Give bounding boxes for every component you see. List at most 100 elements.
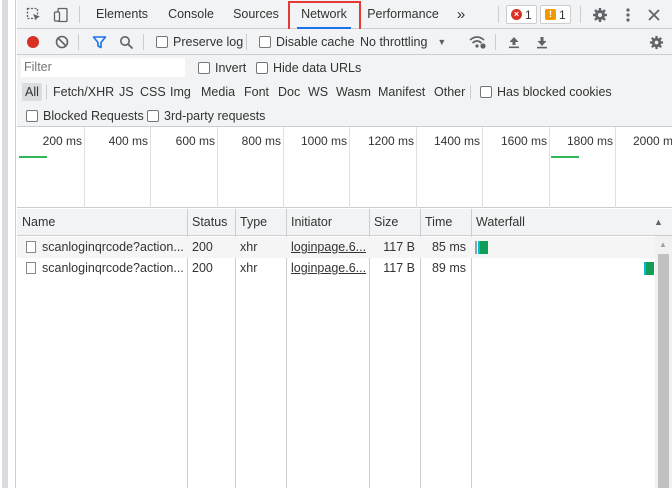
type-filter-all[interactable]: All (22, 83, 42, 101)
invert-box[interactable] (198, 62, 210, 74)
request-status: 200 (192, 240, 213, 254)
request-initiator-link[interactable]: loginpage.6... (286, 258, 369, 279)
timeline-gridline (549, 127, 550, 208)
left-panel-edge (0, 0, 16, 488)
type-filter-img[interactable]: Img (167, 83, 194, 101)
sort-ascending-icon[interactable]: ▲ (649, 209, 667, 236)
network-conditions-icon[interactable] (467, 32, 487, 52)
type-filter-wasm[interactable]: Wasm (333, 83, 374, 101)
blocked-requests-box[interactable] (26, 110, 38, 122)
timeline-tick-label: 1400 ms (433, 134, 480, 148)
waterfall-download-bar (646, 262, 654, 275)
request-status: 200 (192, 261, 213, 275)
tab-performance[interactable]: Performance (363, 0, 443, 29)
request-name-cell[interactable]: scanloginqrcode?action... (21, 237, 187, 258)
timeline-tick-label: 1000 ms (300, 134, 347, 148)
preserve-log-checkbox[interactable]: Preserve log (156, 35, 243, 49)
error-icon: × (511, 9, 522, 20)
devtools-panel: Elements Console Sources Network Perform… (17, 0, 672, 488)
warning-icon: ! (545, 9, 556, 20)
filter-funnel-icon[interactable] (89, 32, 109, 52)
blocked-requests-checkbox[interactable]: Blocked Requests (26, 109, 144, 123)
type-filter-manifest[interactable]: Manifest (375, 83, 428, 101)
network-settings-gear-icon[interactable] (646, 32, 666, 52)
column-header-initiator[interactable]: Initiator (286, 209, 369, 236)
type-filter-doc[interactable]: Doc (275, 83, 303, 101)
type-filter-separator (470, 85, 471, 99)
overview-request-bar (19, 156, 47, 158)
customize-menu-icon[interactable] (618, 5, 638, 25)
toolbar-separator (78, 34, 79, 50)
preserve-log-box[interactable] (156, 36, 168, 48)
preserve-log-label: Preserve log (173, 35, 244, 49)
network-toolbar: Preserve log Disable cache No throttling… (17, 29, 672, 55)
resize-strip[interactable] (2, 0, 8, 488)
hide-data-urls-checkbox[interactable]: Hide data URLs (256, 61, 361, 75)
type-filter-css[interactable]: CSS (137, 83, 169, 101)
request-name-cell[interactable]: scanloginqrcode?action... (21, 258, 187, 279)
close-devtools-icon[interactable] (644, 5, 664, 25)
file-icon (26, 241, 36, 253)
column-header-status[interactable]: Status (187, 209, 235, 236)
column-header-waterfall[interactable]: Waterfall (471, 209, 631, 236)
tab-bar-separator (580, 6, 581, 23)
more-tabs-button[interactable]: » (451, 0, 471, 29)
type-filter-js[interactable]: JS (116, 83, 137, 101)
timeline-gridline (150, 127, 151, 208)
filter-input[interactable]: Filter (21, 58, 185, 77)
table-scrollbar[interactable]: ▲ (655, 236, 672, 488)
import-har-icon[interactable] (504, 32, 524, 52)
timeline-gridline (416, 127, 417, 208)
has-blocked-cookies-checkbox[interactable]: Has blocked cookies (480, 85, 612, 99)
settings-gear-icon[interactable] (590, 5, 610, 25)
request-time: 89 ms (431, 261, 466, 275)
type-filter-fetch-xhr[interactable]: Fetch/XHR (50, 83, 117, 101)
error-count-badge[interactable]: × 1 (506, 5, 537, 24)
third-party-checkbox[interactable]: 3rd-party requests (147, 109, 265, 123)
scrollbar-thumb[interactable] (658, 254, 669, 488)
warning-count-badge[interactable]: ! 1 (540, 5, 571, 24)
devtools-tab-bar: Elements Console Sources Network Perform… (17, 0, 672, 32)
type-filter-font[interactable]: Font (241, 83, 272, 101)
tab-elements[interactable]: Elements (91, 0, 153, 29)
third-party-box[interactable] (147, 110, 159, 122)
clear-icon[interactable] (52, 32, 72, 52)
disable-cache-checkbox[interactable]: Disable cache (259, 35, 355, 49)
timeline-gridline (217, 127, 218, 208)
tab-bar-separator (498, 6, 499, 23)
type-filter-ws[interactable]: WS (305, 83, 331, 101)
table-row[interactable]: scanloginqrcode?action... 200 xhr loginp… (17, 258, 655, 279)
disable-cache-box[interactable] (259, 36, 271, 48)
request-options-bar: Blocked Requests 3rd-party requests (17, 104, 672, 127)
hide-data-urls-box[interactable] (256, 62, 268, 74)
column-header-type[interactable]: Type (235, 209, 286, 236)
device-toolbar-icon[interactable] (51, 5, 71, 25)
toolbar-separator (143, 34, 144, 50)
search-icon[interactable] (116, 32, 136, 52)
column-header-name[interactable]: Name (17, 209, 187, 236)
inspect-element-icon[interactable] (24, 5, 44, 25)
timeline-tick-label: 400 ms (108, 134, 148, 148)
scroll-up-arrow-icon[interactable]: ▲ (659, 240, 667, 249)
request-time: 85 ms (431, 240, 466, 254)
third-party-label: 3rd-party requests (164, 109, 266, 123)
warning-count: 1 (559, 7, 566, 22)
throttling-select[interactable]: No throttling ▼ (360, 35, 446, 49)
tab-console[interactable]: Console (162, 0, 220, 29)
invert-checkbox[interactable]: Invert (198, 61, 246, 75)
network-overview-timeline[interactable]: 200 ms 400 ms 600 ms 800 ms 1000 ms 1200… (17, 127, 672, 208)
record-icon[interactable] (23, 32, 43, 52)
export-har-icon[interactable] (532, 32, 552, 52)
column-header-size[interactable]: Size (369, 209, 420, 236)
column-header-time[interactable]: Time (420, 209, 471, 236)
timeline-gridline (482, 127, 483, 208)
type-filter-other[interactable]: Other (431, 83, 468, 101)
tab-sources[interactable]: Sources (228, 0, 284, 29)
request-initiator-link[interactable]: loginpage.6... (286, 237, 369, 258)
has-blocked-cookies-box[interactable] (480, 86, 492, 98)
table-header: Name Status Type Initiator Size Time Wat… (17, 209, 672, 236)
request-type: xhr (240, 261, 258, 275)
table-row[interactable]: scanloginqrcode?action... 200 xhr loginp… (17, 237, 655, 258)
type-filter-media[interactable]: Media (198, 83, 238, 101)
timeline-tick-label: 600 ms (175, 134, 215, 148)
